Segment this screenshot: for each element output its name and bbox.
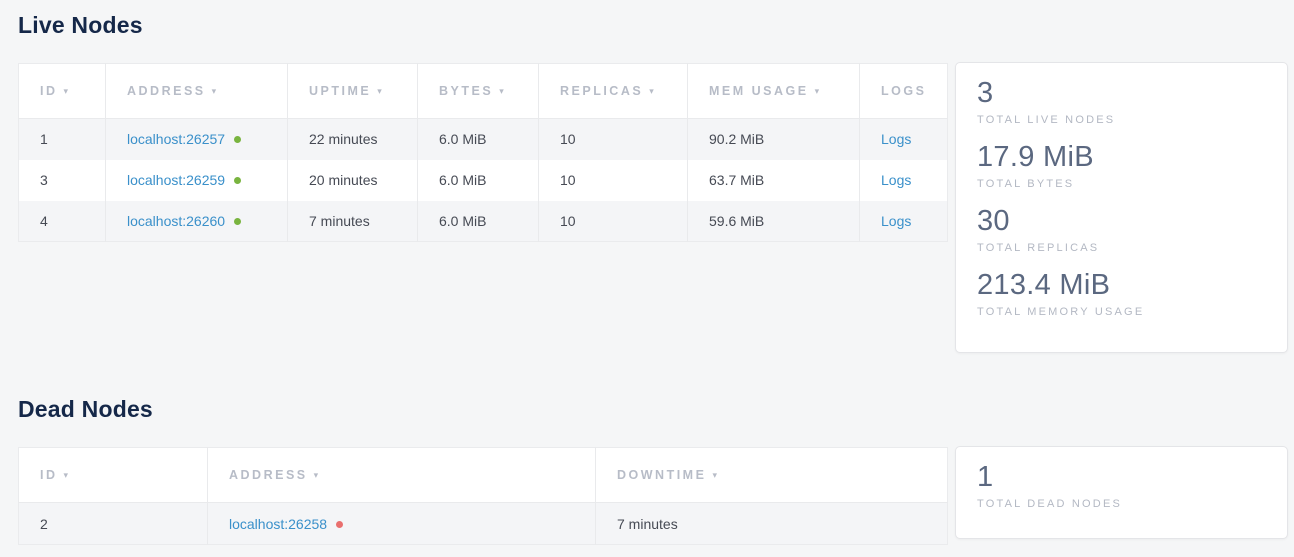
node-live-status-icon [234, 218, 241, 225]
stat-total-bytes: 17.9 MiB TOTAL BYTES [977, 140, 1266, 191]
column-label: DOWNTIME [617, 468, 706, 482]
node-address-cell: localhost:26257 [106, 119, 288, 160]
live-nodes-title: Live Nodes [18, 12, 143, 39]
table-row: 2 localhost:26258 7 minutes [19, 503, 948, 545]
sort-arrow-icon: ▾ [64, 470, 69, 480]
node-logs-cell: Logs [860, 160, 948, 201]
node-address-link[interactable]: localhost:26260 [127, 213, 225, 229]
node-replicas-cell: 10 [539, 201, 688, 242]
stat-label: TOTAL DEAD NODES [977, 497, 1266, 511]
node-logs-link[interactable]: Logs [881, 213, 911, 229]
live-table-header-row: ID ▾ ADDRESS ▾ UPTIME ▾ BYTES ▾ REPLICAS ▾ ME… [19, 64, 948, 119]
node-uptime-cell: 20 minutes [288, 160, 418, 201]
stat-value: 17.9 MiB [977, 140, 1266, 174]
column-header-uptime[interactable]: UPTIME ▾ [288, 64, 418, 119]
node-address-link[interactable]: localhost:26258 [229, 516, 327, 532]
node-id-cell: 4 [19, 201, 106, 242]
live-nodes-summary-card: 3 TOTAL LIVE NODES 17.9 MiB TOTAL BYTES … [955, 62, 1288, 353]
column-label: ADDRESS [127, 84, 206, 98]
node-logs-link[interactable]: Logs [881, 172, 911, 188]
live-nodes-table: ID ▾ ADDRESS ▾ UPTIME ▾ BYTES ▾ REPLICAS ▾ ME… [18, 63, 948, 242]
node-address-cell: localhost:26259 [106, 160, 288, 201]
cluster-nodes-page: Live Nodes ID ▾ ADDRESS ▾ UPTIME ▾ BYTES ▾ R… [0, 0, 1294, 557]
stat-total-replicas: 30 TOTAL REPLICAS [977, 204, 1266, 255]
stat-value: 3 [977, 76, 1266, 110]
stat-label: TOTAL BYTES [977, 177, 1266, 191]
node-downtime-cell: 7 minutes [596, 503, 948, 545]
node-bytes-cell: 6.0 MiB [418, 201, 539, 242]
column-header-downtime[interactable]: DOWNTIME ▾ [596, 448, 948, 503]
node-dead-status-icon [336, 521, 343, 528]
stat-label: TOTAL MEMORY USAGE [977, 305, 1266, 319]
node-id-cell: 1 [19, 119, 106, 160]
column-header-bytes[interactable]: BYTES ▾ [418, 64, 539, 119]
column-label: ADDRESS [229, 468, 308, 482]
node-uptime-cell: 22 minutes [288, 119, 418, 160]
node-mem-usage-cell: 63.7 MiB [688, 160, 860, 201]
column-header-logs: LOGS [860, 64, 948, 119]
dead-nodes-table: ID ▾ ADDRESS ▾ DOWNTIME ▾ 2 localhost:26258… [18, 447, 948, 545]
column-header-replicas[interactable]: REPLICAS ▾ [539, 64, 688, 119]
column-header-mem-usage[interactable]: MEM USAGE ▾ [688, 64, 860, 119]
sort-arrow-icon: ▾ [815, 86, 820, 96]
table-row: 3 localhost:26259 20 minutes 6.0 MiB 10 … [19, 160, 948, 201]
node-address-cell: localhost:26260 [106, 201, 288, 242]
node-id-cell: 3 [19, 160, 106, 201]
dead-table-header-row: ID ▾ ADDRESS ▾ DOWNTIME ▾ [19, 448, 948, 503]
column-header-id[interactable]: ID ▾ [19, 448, 208, 503]
sort-arrow-icon: ▾ [64, 86, 69, 96]
column-header-address[interactable]: ADDRESS ▾ [208, 448, 596, 503]
node-live-status-icon [234, 177, 241, 184]
stat-value: 30 [977, 204, 1266, 238]
stat-label: TOTAL REPLICAS [977, 241, 1266, 255]
node-mem-usage-cell: 90.2 MiB [688, 119, 860, 160]
stat-total-memory-usage: 213.4 MiB TOTAL MEMORY USAGE [977, 268, 1266, 319]
node-address-link[interactable]: localhost:26257 [127, 131, 225, 147]
column-label: ID [40, 84, 58, 98]
dead-nodes-title: Dead Nodes [18, 396, 153, 423]
node-logs-link[interactable]: Logs [881, 131, 911, 147]
sort-arrow-icon: ▾ [377, 86, 382, 96]
sort-arrow-icon: ▾ [314, 470, 319, 480]
table-row: 4 localhost:26260 7 minutes 6.0 MiB 10 5… [19, 201, 948, 242]
node-logs-cell: Logs [860, 201, 948, 242]
dead-nodes-summary-card: 1 TOTAL DEAD NODES [955, 446, 1288, 539]
column-label: BYTES [439, 84, 493, 98]
stat-total-live-nodes: 3 TOTAL LIVE NODES [977, 76, 1266, 127]
sort-arrow-icon: ▾ [212, 86, 217, 96]
stat-label: TOTAL LIVE NODES [977, 113, 1266, 127]
node-bytes-cell: 6.0 MiB [418, 160, 539, 201]
node-bytes-cell: 6.0 MiB [418, 119, 539, 160]
node-live-status-icon [234, 136, 241, 143]
node-uptime-cell: 7 minutes [288, 201, 418, 242]
node-address-link[interactable]: localhost:26259 [127, 172, 225, 188]
column-label: MEM USAGE [709, 84, 809, 98]
table-row: 1 localhost:26257 22 minutes 6.0 MiB 10 … [19, 119, 948, 160]
node-address-cell: localhost:26258 [208, 503, 596, 545]
node-mem-usage-cell: 59.6 MiB [688, 201, 860, 242]
sort-arrow-icon: ▾ [649, 86, 654, 96]
column-label: REPLICAS [560, 84, 643, 98]
stat-total-dead-nodes: 1 TOTAL DEAD NODES [977, 460, 1266, 511]
sort-arrow-icon: ▾ [499, 86, 504, 96]
column-header-id[interactable]: ID ▾ [19, 64, 106, 119]
stat-value: 1 [977, 460, 1266, 494]
stat-value: 213.4 MiB [977, 268, 1266, 302]
node-logs-cell: Logs [860, 119, 948, 160]
column-label: LOGS [881, 84, 926, 98]
column-header-address[interactable]: ADDRESS ▾ [106, 64, 288, 119]
column-label: ID [40, 468, 58, 482]
node-replicas-cell: 10 [539, 160, 688, 201]
node-id-cell: 2 [19, 503, 208, 545]
column-label: UPTIME [309, 84, 371, 98]
node-replicas-cell: 10 [539, 119, 688, 160]
sort-arrow-icon: ▾ [712, 470, 717, 480]
